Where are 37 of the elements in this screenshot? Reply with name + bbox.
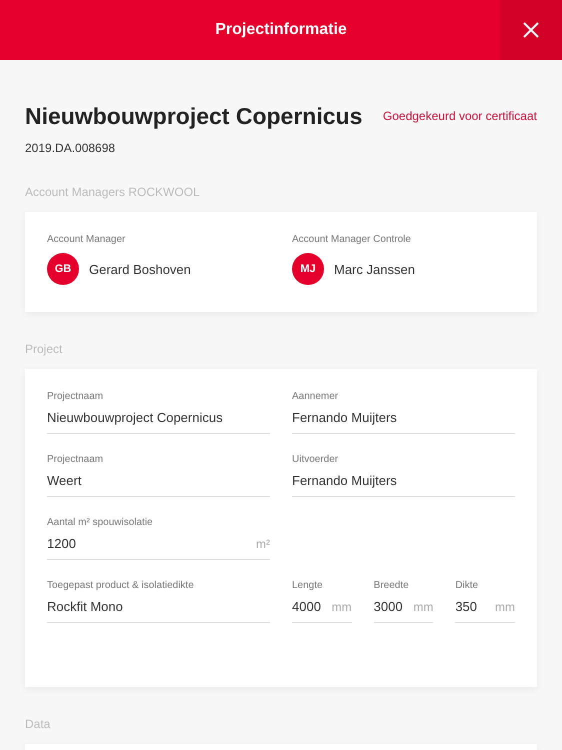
field-label: Projectnaam [47,391,104,402]
input-field[interactable]: 1200 m² [47,536,270,560]
field-label: Toegepast product & isolatiedikte [47,580,195,591]
input-field[interactable]: Nieuwbouwproject Copernicus [47,410,270,434]
field-label: Aannemer [292,391,340,402]
close-button[interactable] [500,0,562,60]
avatar-initials: GB [47,253,79,285]
input-field[interactable]: Rockfit Mono [47,599,270,623]
field-label: Aantal m² spouwisolatie [47,517,154,528]
avatar-initials: MJ [292,253,324,285]
project-title: Nieuwbouwproject Copernicus [25,102,362,131]
section-label: Account Managers ROCKWOOL [25,185,201,199]
manager-name: Marc Janssen [334,262,415,276]
field-label: Projectnaam [47,454,104,465]
project-number: 2019.DA.008698 [25,141,116,155]
input-field[interactable]: Fernando Muijters [292,473,515,497]
unit-label: mm [495,600,515,614]
section-label: Data [25,717,52,731]
field-label: Uitvoerder [292,454,340,465]
input-field[interactable]: 4000 mm [292,599,352,623]
unit-label: mm [413,600,434,614]
unit-label: mm [332,600,352,614]
status-label: Goedgekeurd voor certificaat [382,109,537,123]
field-label: Dikte [455,580,480,591]
screen-title: Projectinformatie [215,21,347,39]
input-field[interactable]: Weert [47,473,270,497]
field-label: Account Manager [47,234,126,245]
field-label: Lengte [292,580,324,591]
field-label: Breedte [374,580,410,591]
input-field[interactable]: 3000 mm [374,599,434,623]
input-field[interactable]: Fernando Muijters [292,410,515,434]
close-icon [522,21,540,39]
manager-name: Gerard Boshoven [89,262,191,276]
field-label: Account Manager Controle [292,234,412,245]
section-label: Project [25,342,64,356]
input-field[interactable]: 350 mm [455,599,515,623]
unit-label: m² [256,537,270,551]
